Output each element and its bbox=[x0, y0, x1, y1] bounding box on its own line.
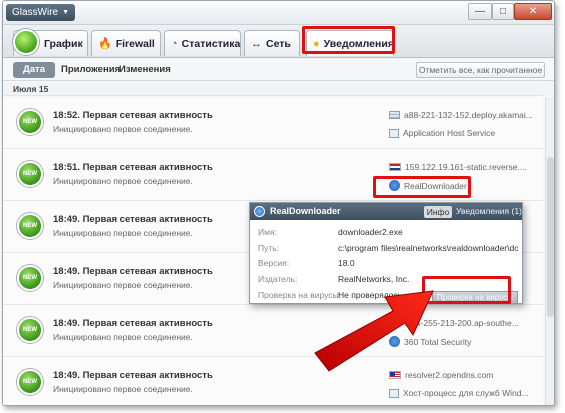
tab-firewall[interactable]: 🔥 Firewall bbox=[91, 30, 161, 56]
filter-changes[interactable]: Изменения bbox=[119, 62, 171, 78]
network-icon: ↔ bbox=[251, 37, 262, 50]
app-menu-button[interactable]: GlassWire ▼ bbox=[6, 4, 76, 21]
tab-notifications-label: Уведомления bbox=[323, 37, 394, 50]
host-label: 159.122.19.161-static.reverse.... bbox=[405, 162, 527, 172]
tab-firewall-label: Firewall bbox=[115, 37, 155, 50]
maximize-button[interactable]: □ bbox=[492, 3, 514, 20]
realdownloader-icon bbox=[254, 206, 265, 217]
filter-date[interactable]: Дата bbox=[13, 62, 55, 78]
list-scrollbar[interactable] bbox=[545, 97, 554, 405]
server-icon bbox=[389, 111, 400, 119]
list-item[interactable]: NEW 18:51. Первая сетевая активность Ини… bbox=[3, 149, 543, 201]
tab-network-label: Сеть bbox=[266, 37, 291, 50]
close-button[interactable]: ✕ bbox=[514, 3, 552, 20]
stats-icon: ◔ bbox=[171, 37, 178, 50]
item-host: 159.122.19.161-static.reverse.... bbox=[389, 162, 527, 172]
new-badge-icon: NEW bbox=[17, 265, 43, 291]
host-label: a88-221-132-152.deploy.akamai... bbox=[404, 110, 533, 120]
list-item[interactable]: NEW 18:49. Первая сетевая активность Ини… bbox=[3, 305, 543, 357]
tab-graph-label: График bbox=[44, 37, 83, 50]
item-app[interactable]: Application Host Service bbox=[389, 128, 495, 138]
new-badge-icon: NEW bbox=[17, 213, 43, 239]
realdownloader-icon bbox=[389, 180, 400, 191]
field-label-path: Путь: bbox=[258, 243, 280, 253]
item-description: Инициировано первое соединение. bbox=[53, 228, 193, 238]
item-description: Инициировано первое соединение. bbox=[53, 176, 193, 186]
tab-statistics-label: Статистика bbox=[181, 37, 241, 50]
item-title: 18:49. Первая сетевая активность bbox=[53, 214, 213, 225]
app-label: Application Host Service bbox=[403, 128, 496, 138]
filter-bar: Дата Приложения Изменения Отметить все, … bbox=[3, 59, 554, 81]
title-bar: GlassWire ▼ — □ ✕ bbox=[3, 1, 554, 25]
item-title: 18:49. Первая сетевая активность bbox=[53, 318, 213, 329]
item-app[interactable]: RealDownloader bbox=[389, 180, 467, 191]
tab-network[interactable]: ↔ Сеть bbox=[244, 30, 300, 56]
field-label-publisher: Издатель: bbox=[258, 274, 298, 284]
fire-icon: 🔥 bbox=[98, 38, 112, 50]
list-item[interactable]: NEW 18:52. Первая сетевая активность Ини… bbox=[3, 97, 543, 149]
main-tab-bar: График 🔥 Firewall ◔ Статистика ↔ Сеть ● … bbox=[3, 25, 554, 58]
item-title: 18:51. Первая сетевая активность bbox=[53, 162, 213, 173]
new-badge-icon: NEW bbox=[17, 109, 43, 135]
filter-applications[interactable]: Приложения bbox=[61, 62, 120, 78]
glasswire-window: GlassWire ▼ — □ ✕ График 🔥 Firewall ◔ Ст… bbox=[2, 0, 555, 406]
item-description: Инициировано первое соединение. bbox=[53, 280, 193, 290]
field-value-name: downloader2.exe bbox=[338, 227, 403, 237]
item-title: 18:52. Первая сетевая активность bbox=[53, 110, 213, 121]
new-badge-icon: NEW bbox=[17, 369, 43, 395]
bulb-icon: ● bbox=[313, 37, 320, 50]
item-description: Инициировано первое соединение. bbox=[53, 384, 193, 394]
flag-netherlands-icon bbox=[389, 163, 401, 171]
date-group-header: Июля 15 bbox=[3, 83, 543, 96]
item-title: 18:49. Первая сетевая активность bbox=[53, 370, 213, 381]
popup-header: RealDownloader Инфо Уведомления (1) bbox=[250, 203, 522, 220]
item-description: Инициировано первое соединение. bbox=[53, 124, 193, 134]
item-title: 18:49. Первая сетевая активность bbox=[53, 266, 213, 277]
app-icon bbox=[389, 128, 399, 138]
scrollbar-thumb[interactable] bbox=[547, 157, 554, 317]
app-icon bbox=[389, 388, 399, 398]
app-name: GlassWire bbox=[12, 7, 59, 18]
tab-statistics[interactable]: ◔ Статистика bbox=[164, 30, 241, 56]
field-value-version: 18.0 bbox=[338, 258, 355, 268]
popup-title: RealDownloader bbox=[270, 206, 341, 216]
glasswire-logo-icon bbox=[13, 29, 39, 55]
field-label-version: Версия: bbox=[258, 258, 290, 268]
app-label: RealDownloader bbox=[404, 180, 467, 191]
popup-tab-notifications[interactable]: Уведомления (1) bbox=[456, 206, 522, 216]
minimize-button[interactable]: — bbox=[468, 3, 492, 20]
item-description: Инициировано первое соединение. bbox=[53, 332, 193, 342]
field-label-name: Имя: bbox=[258, 227, 277, 237]
item-app[interactable]: Хост-процесс для служб Wind... bbox=[389, 388, 529, 398]
red-arrow-icon bbox=[314, 290, 434, 372]
popup-tab-info[interactable]: Инфо bbox=[424, 206, 452, 218]
item-host: a88-221-132-152.deploy.akamai... bbox=[389, 110, 533, 120]
mark-all-read-button[interactable]: Отметить все, как прочитанное bbox=[416, 62, 545, 78]
new-badge-icon: NEW bbox=[17, 317, 43, 343]
new-badge-icon: NEW bbox=[17, 161, 43, 187]
field-value-path: c:\program files\realnetworks\realdownlo… bbox=[338, 243, 518, 253]
list-item[interactable]: NEW 18:49. Первая сетевая активность Ини… bbox=[3, 357, 543, 405]
app-label: Хост-процесс для служб Wind... bbox=[403, 388, 529, 398]
tab-notifications[interactable]: ● Уведомления bbox=[306, 30, 394, 56]
chevron-down-icon: ▼ bbox=[62, 9, 70, 16]
